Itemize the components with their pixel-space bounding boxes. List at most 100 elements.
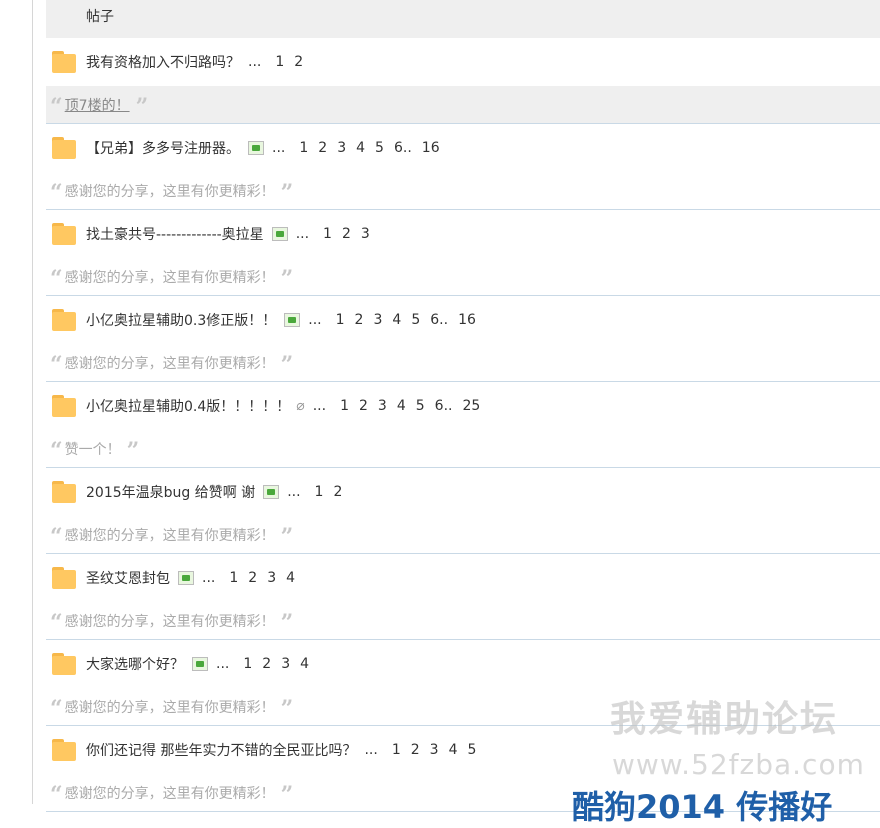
watermark-banner: 酷狗2014 传播好 — [572, 788, 833, 826]
thread-title-link[interactable]: 【兄弟】多多号注册器。 — [86, 138, 240, 158]
watermark-url: www.52fzba.com — [612, 748, 865, 781]
image-icon — [284, 313, 301, 327]
page-link[interactable]: 1 — [336, 312, 345, 328]
latest-reply-text[interactable]: 感谢您的分享，这里有你更精彩！ — [65, 525, 275, 545]
page-link[interactable]: 5 — [375, 140, 384, 156]
thread-title-row: 【兄弟】多多号注册器。... 1 2 3 4 5 6.. 16 — [46, 124, 880, 172]
folder-body — [52, 742, 76, 761]
page-link[interactable]: 2 — [359, 398, 368, 414]
page-link[interactable]: 2 — [333, 484, 342, 500]
page-link[interactable]: 4 — [300, 656, 309, 672]
page-link[interactable]: 16 — [422, 140, 440, 156]
page-link[interactable]: 25 — [463, 398, 481, 414]
page-link[interactable]: 4 — [449, 742, 458, 758]
pagination-ellipsis: ... — [312, 398, 327, 414]
thread-title-row: 圣纹艾恩封包... 1 2 3 4 — [46, 554, 880, 602]
page-link[interactable]: 5 — [416, 398, 425, 414]
page-link[interactable]: 1 — [275, 54, 284, 70]
watermark-forum-name: 我爱辅助论坛 — [610, 699, 839, 740]
thread-item: 找土豪共号-------------奥拉星... 1 2 3 “感谢您的分享，这里有你更… — [46, 210, 880, 296]
page-link[interactable]: 3 — [430, 742, 439, 758]
page-link[interactable]: 3 — [373, 312, 382, 328]
quote-open-icon: “ — [50, 265, 63, 292]
folder-icon — [52, 223, 76, 245]
pagination: 1 2 3 4 5 6.. 16 — [289, 140, 439, 156]
thread-title-link[interactable]: 小亿奥拉星辅助0.4版！！！！！ — [86, 396, 290, 416]
page-link[interactable]: 1 — [243, 656, 252, 672]
page-link[interactable]: 2 — [248, 570, 257, 586]
thread-title-link[interactable]: 2015年温泉bug 给赞啊 谢 — [86, 482, 255, 502]
page-link[interactable]: 4 — [392, 312, 401, 328]
pagination-gap: .. — [439, 312, 449, 328]
pagination: 12 — [305, 484, 343, 500]
page-link[interactable]: 1 — [340, 398, 349, 414]
page-link[interactable]: 3 — [337, 140, 346, 156]
thread-title-link[interactable]: 圣纹艾恩封包 — [86, 568, 170, 588]
latest-reply-row: “感谢您的分享，这里有你更精彩！” — [46, 344, 880, 381]
page-link[interactable]: 2 — [342, 226, 351, 242]
pagination: 12 — [265, 54, 303, 70]
page-link[interactable]: 16 — [458, 312, 476, 328]
folder-icon — [52, 395, 76, 417]
page-link[interactable]: 2 — [294, 54, 303, 70]
pagination: 123 — [313, 226, 370, 242]
pagination-ellipsis: ... — [287, 484, 301, 500]
page-link[interactable]: 1 — [323, 226, 332, 242]
image-icon — [263, 485, 280, 499]
page-link[interactable]: 4 — [356, 140, 365, 156]
quote-close-icon: ” — [280, 179, 294, 206]
thread-title-row: 小亿奥拉星辅助0.4版！！！！！ ⌀... 1 2 3 4 5 6.. 25 — [46, 382, 880, 430]
latest-reply-text[interactable]: 顶7楼的！ — [65, 95, 130, 115]
latest-reply-text[interactable]: 感谢您的分享，这里有你更精彩！ — [65, 267, 275, 287]
thread-item: 2015年温泉bug 给赞啊 谢... 1 2 “感谢您的分享，这里有你更精彩！” — [46, 468, 880, 554]
page-link[interactable]: 3 — [267, 570, 276, 586]
page-link[interactable]: 2 — [262, 656, 271, 672]
page-link[interactable]: 4 — [397, 398, 406, 414]
page-link[interactable]: 5 — [468, 742, 477, 758]
page-link[interactable]: 2 — [318, 140, 327, 156]
thread-item: 小亿奥拉星辅助0.3修正版！！... 1 2 3 4 5 6.. 16 “感谢您的分享，这里有你… — [46, 296, 880, 382]
page-link[interactable]: 5 — [411, 312, 420, 328]
list-header: 帖子 — [46, 0, 880, 38]
thread-title-link[interactable]: 你们还记得 那些年实力不错的全民亚比吗？ — [86, 740, 356, 760]
page-link[interactable]: 2 — [355, 312, 364, 328]
latest-reply-text[interactable]: 感谢您的分享，这里有你更精彩！ — [65, 611, 275, 631]
page-link[interactable]: 6 — [435, 398, 444, 414]
pagination-ellipsis: ... — [295, 226, 310, 242]
thread-title-link[interactable]: 大家选哪个好？ — [86, 654, 184, 674]
quote-open-icon: “ — [50, 351, 63, 378]
page-left-border — [32, 0, 33, 804]
page-link[interactable]: 3 — [281, 656, 290, 672]
latest-reply-text[interactable]: 感谢您的分享，这里有你更精彩！ — [65, 353, 275, 373]
latest-reply-text[interactable]: 感谢您的分享，这里有你更精彩！ — [65, 697, 275, 717]
thread-title-link[interactable]: 小亿奥拉星辅助0.3修正版！！ — [86, 310, 276, 330]
quote-open-icon: “ — [50, 695, 63, 722]
page-link[interactable]: 3 — [378, 398, 387, 414]
page-link[interactable]: 2 — [411, 742, 420, 758]
image-icon — [192, 657, 208, 671]
page-link[interactable]: 1 — [392, 742, 401, 758]
page-link[interactable]: 1 — [315, 484, 324, 500]
folder-icon — [52, 137, 76, 159]
header-label: 帖子 — [86, 9, 114, 25]
quote-close-icon: ” — [280, 781, 294, 808]
latest-reply-row: “感谢您的分享，这里有你更精彩！” — [46, 602, 880, 639]
page-link[interactable]: 4 — [286, 570, 295, 586]
page-link[interactable]: 1 — [229, 570, 238, 586]
image-icon — [271, 227, 288, 241]
quote-open-icon: “ — [50, 93, 63, 120]
latest-reply-text[interactable]: 赞一个！ — [65, 439, 121, 459]
thread-title-link[interactable]: 找土豪共号-------------奥拉星 — [86, 224, 264, 244]
page-link[interactable]: 1 — [299, 140, 308, 156]
latest-reply-text[interactable]: 感谢您的分享，这里有你更精彩！ — [65, 181, 275, 201]
thread-title-link[interactable]: 我有资格加入不归路吗？ — [86, 52, 240, 72]
latest-reply-text[interactable]: 感谢您的分享，这里有你更精彩！ — [65, 783, 275, 803]
quote-close-icon: ” — [280, 351, 294, 378]
pagination-ellipsis: ... — [216, 656, 230, 672]
folder-body — [52, 226, 76, 245]
page-link[interactable]: 6 — [430, 312, 439, 328]
page-link[interactable]: 6 — [394, 140, 403, 156]
page-link[interactable]: 3 — [361, 226, 370, 242]
quote-close-icon: ” — [280, 609, 294, 636]
quote-open-icon: “ — [50, 781, 63, 808]
